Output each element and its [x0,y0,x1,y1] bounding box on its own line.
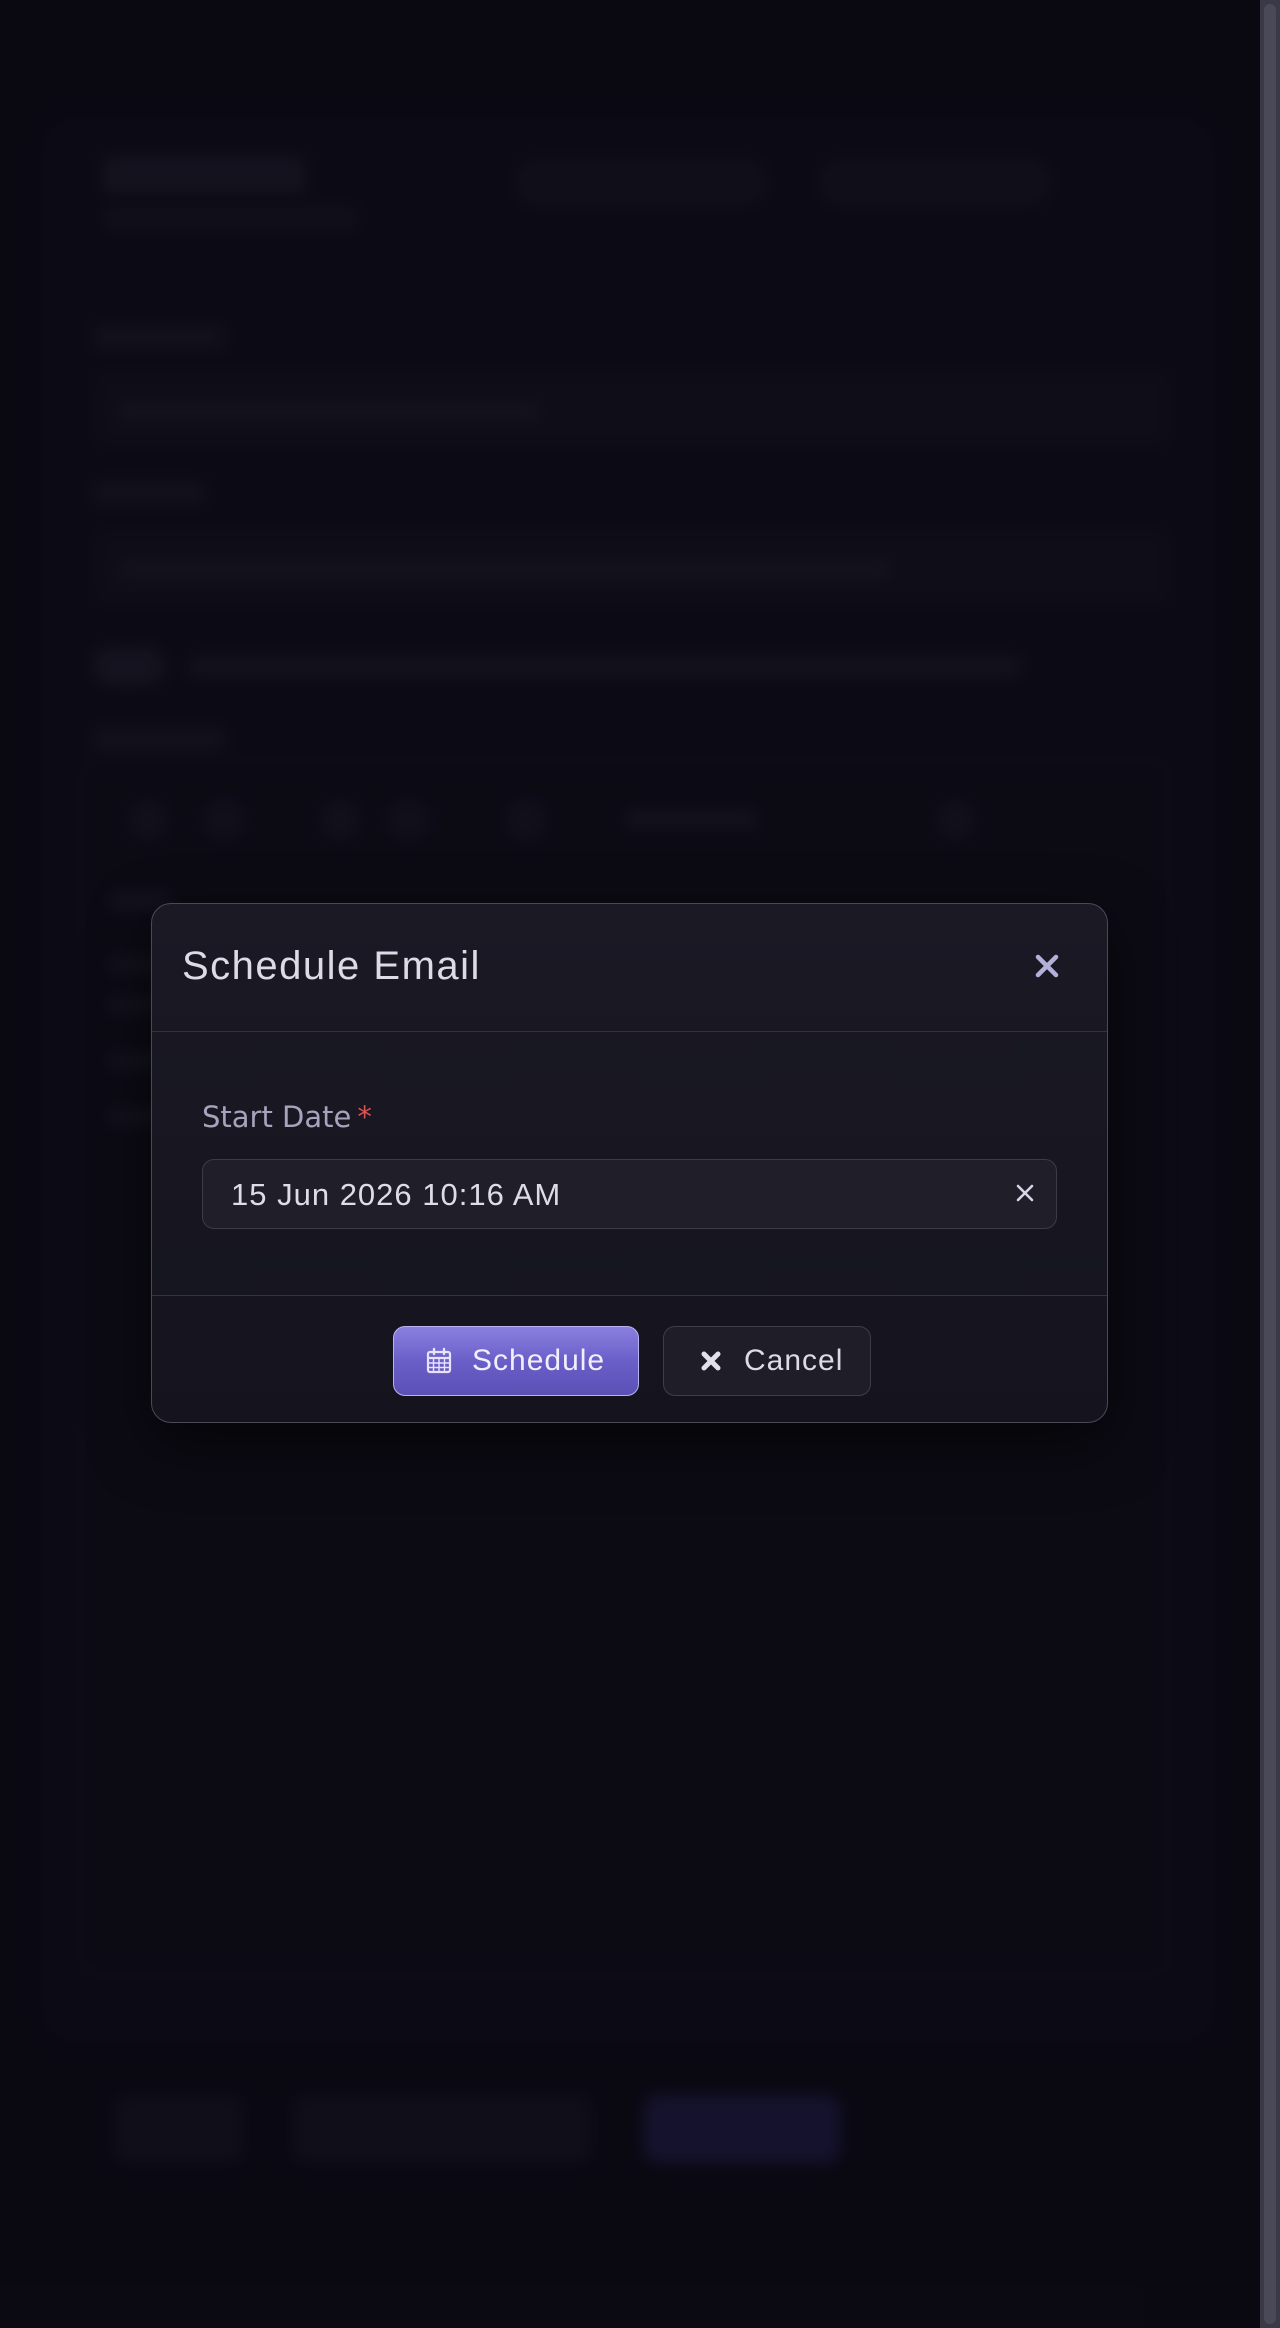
clear-icon [1014,1182,1036,1209]
start-date-label-text: Start Date [202,1100,352,1134]
modal-footer: Schedule Cancel [152,1296,1107,1422]
scrollbar[interactable] [1260,0,1280,2328]
calendar-icon [424,1346,454,1376]
clear-date-button[interactable] [1010,1180,1040,1210]
cancel-button[interactable]: Cancel [663,1326,871,1396]
cross-icon [696,1346,726,1376]
schedule-button[interactable]: Schedule [393,1326,639,1396]
page: Schedule Email Start Date * 15 Jun 2026 1… [0,0,1280,2328]
schedule-email-modal: Schedule Email Start Date * 15 Jun 2026 1… [151,903,1108,1423]
cancel-button-label: Cancel [744,1344,844,1377]
close-button[interactable] [1029,950,1065,986]
modal-header: Schedule Email [152,904,1107,1032]
modal-title: Schedule Email [182,944,481,988]
start-date-label: Start Date * [202,1100,372,1134]
scrollbar-thumb[interactable] [1264,4,1276,2324]
required-marker: * [357,1100,372,1134]
close-icon [1033,952,1061,985]
schedule-button-label: Schedule [472,1344,606,1377]
modal-body: Start Date * 15 Jun 2026 10:16 AM [152,1032,1107,1296]
start-date-value[interactable]: 15 Jun 2026 10:16 AM [231,1177,561,1213]
start-date-input[interactable]: 15 Jun 2026 10:16 AM [202,1159,1057,1229]
